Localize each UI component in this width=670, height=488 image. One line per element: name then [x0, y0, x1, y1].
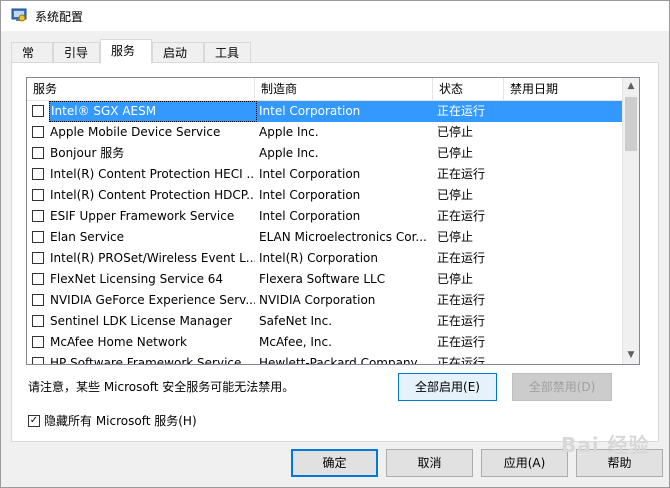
scroll-thumb[interactable]	[625, 97, 637, 151]
service-row[interactable]: Intel® SGX AESM Intel Corporation 正在运行	[27, 101, 623, 122]
service-vendor: ELAN Microelectronics Cor...	[259, 230, 427, 244]
service-status: 正在运行	[437, 209, 486, 223]
service-row[interactable]: Apple Mobile Device Service Apple Inc. 已…	[27, 122, 623, 143]
service-name: Intel(R) Content Protection HDCP...	[50, 188, 255, 202]
column-header-status[interactable]: 状态	[433, 78, 504, 100]
hide-ms-checkbox[interactable]: ✓	[28, 415, 40, 427]
service-vendor: Flexera Software LLC	[259, 272, 386, 286]
services-list[interactable]: 服务 制造商 状态 禁用日期 Intel® SGX AESM Intel Cor…	[26, 77, 640, 365]
enable-all-button[interactable]: 全部启用(E)	[398, 373, 497, 401]
service-vendor: Intel Corporation	[259, 167, 361, 181]
service-status: 正在运行	[437, 167, 486, 181]
service-vendor: Intel(R) Corporation	[259, 251, 378, 265]
service-checkbox[interactable]	[32, 105, 44, 117]
service-status: 已停止	[437, 188, 474, 202]
service-checkbox[interactable]	[32, 189, 44, 201]
service-checkbox[interactable]	[32, 315, 44, 327]
service-name: HP Software Framework Service	[50, 356, 242, 365]
tab-tools[interactable]: 工具	[204, 42, 251, 62]
service-row[interactable]: NVIDIA GeForce Experience Serv... NVIDIA…	[27, 290, 623, 311]
service-status: 正在运行	[437, 251, 486, 265]
apply-button[interactable]: 应用(A)	[481, 449, 568, 477]
service-name: NVIDIA GeForce Experience Serv...	[50, 293, 255, 307]
service-row[interactable]: Elan Service ELAN Microelectronics Cor..…	[27, 227, 623, 248]
service-name: McAfee Home Network	[50, 335, 187, 349]
service-name: Intel(R) Content Protection HECI ...	[50, 167, 255, 181]
system-config-window: 系统配置 常规 引导 服务 启动 工具 服务 制造商 状态 禁用日期 Intel…	[0, 0, 670, 488]
service-name: FlexNet Licensing Service 64	[50, 272, 224, 286]
tab-startup[interactable]: 启动	[152, 42, 204, 62]
service-vendor: Hewlett-Packard Company	[259, 356, 418, 365]
tab-boot[interactable]: 引导	[53, 42, 100, 62]
service-status: 已停止	[437, 146, 474, 160]
service-vendor: SafeNet Inc.	[259, 314, 333, 328]
service-row[interactable]: Bonjour 服务 Apple Inc. 已停止	[27, 143, 623, 164]
security-note: 请注意，某些 Microsoft 安全服务可能无法禁用。	[28, 380, 295, 394]
service-name: Intel® SGX AESM	[49, 101, 257, 122]
service-checkbox[interactable]	[32, 168, 44, 180]
service-checkbox[interactable]	[32, 357, 44, 364]
service-status: 已停止	[437, 230, 474, 244]
cancel-button[interactable]: 取消	[386, 449, 473, 477]
service-row[interactable]: ESIF Upper Framework Service Intel Corpo…	[27, 206, 623, 227]
service-checkbox[interactable]	[32, 231, 44, 243]
watermark: Bai 经验	[561, 433, 650, 457]
service-status: 正在运行	[437, 293, 486, 307]
service-row[interactable]: Intel(R) Content Protection HECI ... Int…	[27, 164, 623, 185]
column-header-vendor[interactable]: 制造商	[255, 78, 433, 100]
service-checkbox[interactable]	[32, 126, 44, 138]
service-status: 正在运行	[437, 104, 486, 118]
service-checkbox[interactable]	[32, 252, 44, 264]
ok-button[interactable]: 确定	[291, 449, 378, 477]
column-header-disabled-date[interactable]: 禁用日期	[504, 78, 623, 100]
service-vendor: Apple Inc.	[259, 146, 319, 160]
service-vendor: NVIDIA Corporation	[259, 293, 376, 307]
service-status: 已停止	[437, 125, 474, 139]
service-name: Intel(R) PROSet/Wireless Event L...	[50, 251, 255, 265]
service-row[interactable]: Intel(R) PROSet/Wireless Event L... Inte…	[27, 248, 623, 269]
scroll-down-icon[interactable]: ▼	[623, 347, 639, 364]
column-header-row: 服务 制造商 状态 禁用日期	[27, 78, 623, 101]
service-name: Apple Mobile Device Service	[50, 125, 221, 139]
msconfig-icon	[11, 8, 27, 22]
service-row[interactable]: HP Software Framework Service Hewlett-Pa…	[27, 353, 623, 365]
service-status: 正在运行	[437, 356, 486, 365]
service-vendor: Apple Inc.	[259, 125, 319, 139]
service-name: Sentinel LDK License Manager	[50, 314, 233, 328]
service-vendor: Intel Corporation	[259, 209, 361, 223]
service-checkbox[interactable]	[32, 210, 44, 222]
vertical-scrollbar[interactable]: ▲ ▼	[622, 78, 639, 364]
service-vendor: Intel Corporation	[259, 104, 361, 118]
service-status: 已停止	[437, 272, 474, 286]
service-row[interactable]: McAfee Home Network McAfee, Inc. 正在运行	[27, 332, 623, 353]
service-status: 正在运行	[437, 314, 486, 328]
service-row[interactable]: Intel(R) Content Protection HDCP... Inte…	[27, 185, 623, 206]
service-rows: Intel® SGX AESM Intel Corporation 正在运行 A…	[27, 101, 623, 365]
service-checkbox[interactable]	[32, 273, 44, 285]
disable-all-button[interactable]: 全部禁用(D)	[512, 373, 612, 401]
service-name: Elan Service	[50, 230, 125, 244]
service-vendor: Intel Corporation	[259, 188, 361, 202]
service-row[interactable]: FlexNet Licensing Service 64 Flexera Sof…	[27, 269, 623, 290]
hide-ms-label: 隐藏所有 Microsoft 服务(H)	[44, 414, 197, 428]
window-title: 系统配置	[35, 10, 84, 24]
column-header-service[interactable]: 服务	[27, 78, 255, 100]
service-name: Bonjour 服务	[50, 146, 125, 160]
service-checkbox[interactable]	[32, 147, 44, 159]
title-bar: 系统配置	[1, 1, 669, 31]
service-checkbox[interactable]	[32, 336, 44, 348]
service-name: ESIF Upper Framework Service	[50, 209, 235, 223]
tab-strip: 常规 引导 服务 启动 工具	[11, 39, 661, 80]
service-vendor: McAfee, Inc.	[259, 335, 332, 349]
scroll-up-icon[interactable]: ▲	[623, 78, 639, 95]
service-status: 正在运行	[437, 335, 486, 349]
tab-services[interactable]: 服务	[100, 39, 152, 64]
service-checkbox[interactable]	[32, 294, 44, 306]
service-row[interactable]: Sentinel LDK License Manager SafeNet Inc…	[27, 311, 623, 332]
tab-general[interactable]: 常规	[11, 42, 53, 80]
